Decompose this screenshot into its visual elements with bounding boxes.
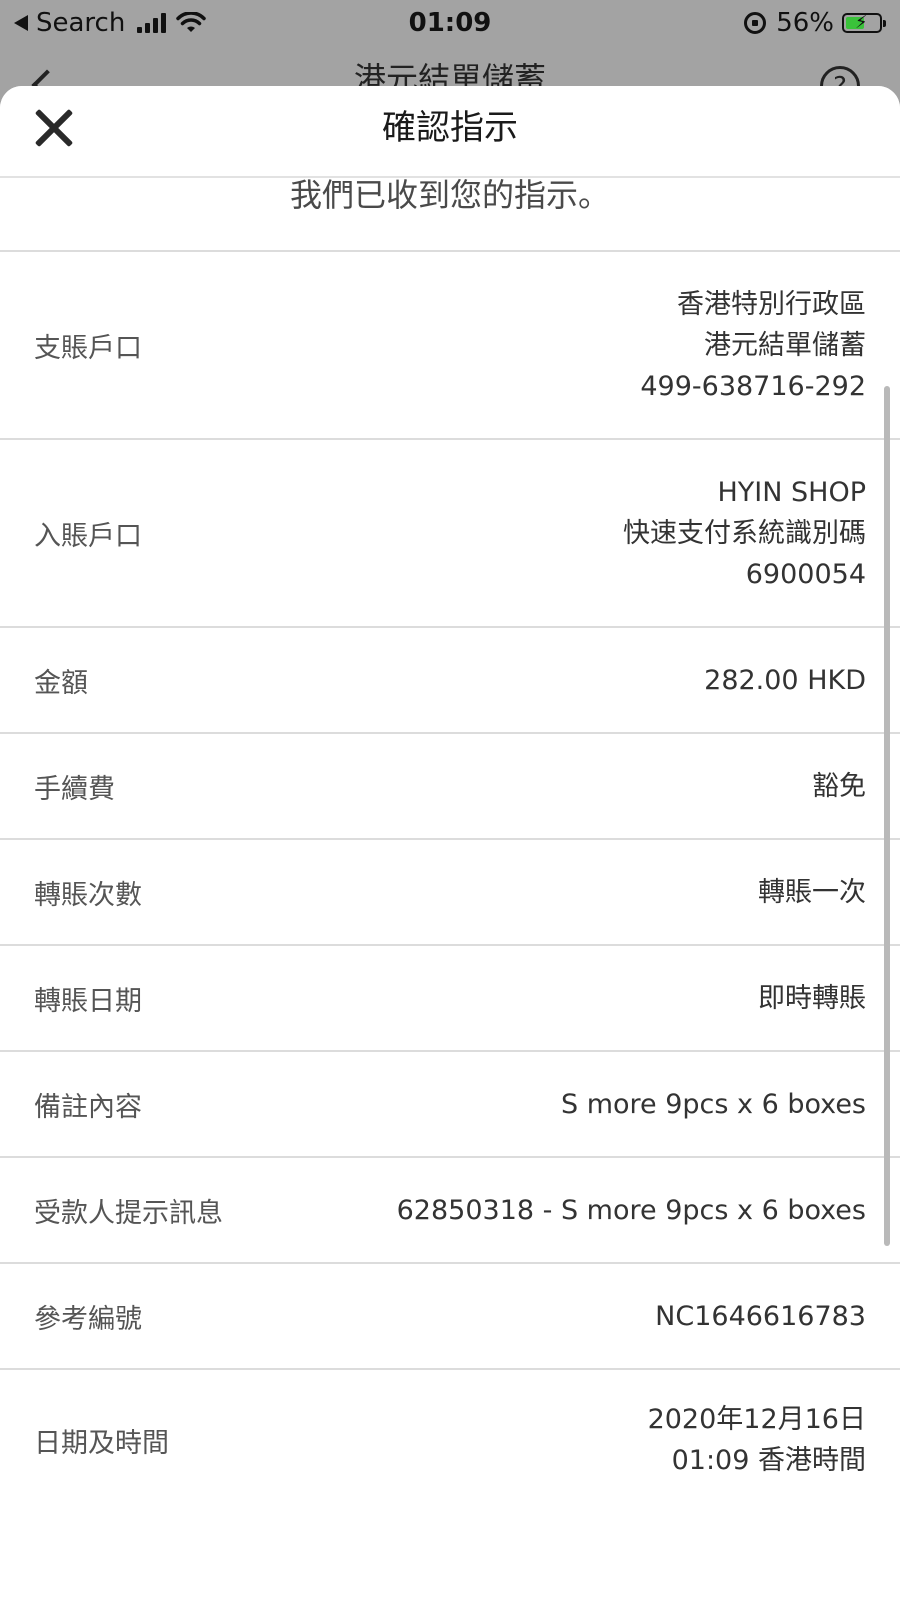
detail-value-line: 港元結單儲蓄: [704, 329, 866, 361]
detail-value-line: 62850318 - S more 9pcs x 6 boxes: [396, 1194, 866, 1226]
detail-label: 轉賬次數: [34, 879, 142, 911]
detail-value-line: 豁免: [812, 770, 866, 802]
detail-row: 支賬戶口 香港特別行政區港元結單儲蓄 499-638716-292: [0, 252, 900, 440]
status-bar: Search 01:09 56% ⚡: [0, 0, 900, 44]
detail-label: 參考編號: [34, 1303, 142, 1335]
detail-value: 2020年12月16日 01:09 香港時間: [648, 1399, 866, 1481]
confirmation-sheet: 確認指示 我們已收到您的指示。 支賬戶口 香港特別行政區港元結單儲蓄 499-638…: [0, 86, 900, 1600]
detail-value: HYIN SHOP 快速支付系統識別碼 6900054: [623, 472, 866, 595]
detail-list: 支賬戶口 香港特別行政區港元結單儲蓄 499-638716-292 入賬戶口 HYIN …: [0, 252, 900, 1510]
detail-row: 參考編號 NC1646616783: [0, 1264, 900, 1370]
detail-value-line: NC1646616783: [655, 1300, 866, 1332]
detail-label: 支賬戶口: [34, 332, 142, 364]
sheet-title: 確認指示: [382, 108, 518, 148]
scrollbar[interactable]: [884, 386, 890, 1246]
detail-label: 手續費: [34, 773, 115, 805]
detail-row: 金額 282.00 HKD: [0, 628, 900, 734]
detail-value-line: 499-638716-292: [640, 370, 866, 402]
detail-value: 轉賬一次: [758, 872, 866, 913]
battery-percent: 56%: [776, 8, 834, 38]
detail-value-line: HYIN SHOP: [717, 476, 866, 508]
detail-value: 282.00 HKD: [704, 660, 866, 701]
screen: Search 01:09 56% ⚡ 港元結單儲蓄 確認指示 我們已收到您的指示…: [0, 0, 900, 1600]
detail-value: NC1646616783: [655, 1296, 866, 1337]
sheet-header: 確認指示: [0, 86, 900, 178]
detail-row: 受款人提示訊息 62850318 - S more 9pcs x 6 boxes: [0, 1158, 900, 1264]
detail-value-line: 快速支付系統識別碼: [623, 517, 866, 549]
rotation-lock-icon: [744, 12, 767, 34]
detail-value: 即時轉賬: [758, 978, 866, 1019]
detail-row: 轉賬日期 即時轉賬: [0, 946, 900, 1052]
detail-label: 備註內容: [34, 1091, 142, 1123]
detail-label: 受款人提示訊息: [34, 1197, 223, 1229]
detail-value: S more 9pcs x 6 boxes: [561, 1084, 866, 1125]
detail-row: 轉賬次數 轉賬一次: [0, 840, 900, 946]
detail-row: 入賬戶口 HYIN SHOP 快速支付系統識別碼 6900054: [0, 440, 900, 628]
detail-value-line: 6900054: [745, 558, 866, 590]
detail-value-line: 香港特別行政區: [677, 288, 866, 320]
detail-value-line: 282.00 HKD: [704, 664, 866, 696]
charging-bolt-icon: ⚡: [855, 12, 868, 33]
detail-row: 日期及時間 2020年12月16日 01:09 香港時間: [0, 1370, 900, 1510]
detail-value: 62850318 - S more 9pcs x 6 boxes: [397, 1190, 866, 1231]
detail-value: 豁免: [812, 766, 866, 807]
received-message: 我們已收到您的指示。: [0, 178, 900, 252]
detail-row: 備註內容 S more 9pcs x 6 boxes: [0, 1052, 900, 1158]
detail-label: 日期及時間: [34, 1427, 169, 1459]
detail-value: 香港特別行政區港元結單儲蓄 499-638716-292: [640, 284, 866, 407]
detail-label: 轉賬日期: [34, 985, 142, 1017]
battery-icon: ⚡: [842, 12, 886, 33]
detail-label: 入賬戶口: [34, 520, 142, 552]
detail-value-line: 2020年12月16日: [647, 1404, 866, 1435]
detail-label: 金額: [34, 667, 88, 699]
detail-value-line: 即時轉賬: [758, 982, 866, 1014]
detail-value-line: 01:09 香港時間: [671, 1445, 866, 1476]
battery-cap: [883, 20, 886, 27]
detail-value-line: S more 9pcs x 6 boxes: [560, 1088, 866, 1120]
detail-value-line: 轉賬一次: [758, 876, 866, 908]
detail-row: 手續費 豁免: [0, 734, 900, 840]
status-right: 56% ⚡: [744, 6, 886, 40]
